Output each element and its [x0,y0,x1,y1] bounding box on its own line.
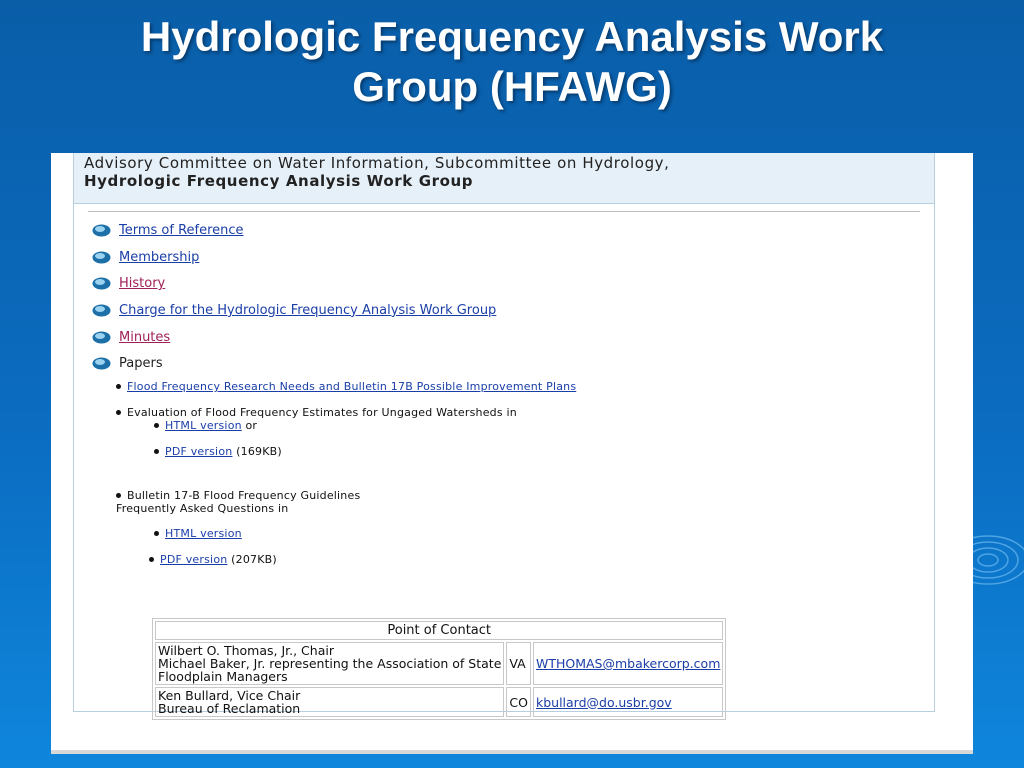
page-header: Advisory Committee on Water Information,… [74,153,934,204]
bulletin-html-link[interactable]: HTML version [165,527,242,540]
menu-item-minutes: Minutes [92,324,496,351]
table-row: Wilbert O. Thomas, Jr., Chair Michael Ba… [155,642,724,685]
bulletin-pdf-link[interactable]: PDF version [160,553,227,566]
pdf-size: (169KB) [236,445,282,458]
contact-name-line: Bureau of Reclamation [158,701,301,716]
webpage-screenshot: Advisory Committee on Water Information,… [51,153,973,754]
pdf-size: (207KB) [231,553,277,566]
membership-link[interactable]: Membership [119,250,199,265]
contact-state: VA [506,642,531,685]
contact-name: Wilbert O. Thomas, Jr., Chair Michael Ba… [155,642,505,685]
menu-item-membership: Membership [92,244,496,271]
globe-icon [92,251,111,264]
bullet-dot [154,448,159,454]
charge-link[interactable]: Charge for the Hydrologic Frequency Anal… [119,303,496,318]
ungaged-html-link[interactable]: HTML version [165,419,242,432]
menu-list: Terms of Reference Membership History Ch… [92,217,496,377]
paper-item-research-needs: Flood Frequency Research Needs and Bulle… [116,380,576,394]
ungaged-title: Evaluation of Flood Frequency Estimates … [127,406,517,419]
bullet-dot [116,383,121,389]
contact-email: WTHOMAS@mbakercorp.com [532,642,724,685]
bullet-dot [154,422,159,428]
menu-item-charge: Charge for the Hydrologic Frequency Anal… [92,297,496,324]
terms-of-reference-link[interactable]: Terms of Reference [119,223,244,238]
page-header-line-1: Advisory Committee on Water Information,… [84,154,670,172]
bullet-dot [154,530,159,536]
contact-email: kbullard@do.usbr.gov [532,687,724,717]
bullet-dot [116,492,121,498]
history-link[interactable]: History [119,276,165,291]
contact-name: Ken Bullard, Vice Chair Bureau of Reclam… [155,687,505,717]
paper-item-bulletin: Bulletin 17-B Flood Frequency Guidelines… [116,489,361,515]
email-link-thomas[interactable]: WTHOMAS@mbakercorp.com [536,656,720,671]
menu-item-terms: Terms of Reference [92,217,496,244]
contact-state: CO [506,687,531,717]
contact-heading: Point of Contact [155,621,724,640]
email-link-bullard[interactable]: kbullard@do.usbr.gov [536,695,672,710]
menu-item-papers: Papers [92,350,496,377]
paper-item-ungaged: Evaluation of Flood Frequency Estimates … [116,406,517,420]
bullet-dot [116,409,121,415]
content-panel: Advisory Committee on Water Information,… [73,153,935,720]
ungaged-pdf-link[interactable]: PDF version [165,445,232,458]
table-row: Ken Bullard, Vice Chair Bureau of Reclam… [155,687,724,717]
bulletin-title: Bulletin 17-B Flood Frequency Guidelines [127,489,361,502]
research-needs-link[interactable]: Flood Frequency Research Needs and Bulle… [127,380,576,393]
bullet-dot [149,556,154,562]
or-text: or [245,419,258,432]
globe-icon [92,224,111,237]
globe-icon [92,331,111,344]
globe-icon [92,304,111,317]
slide-title-line-1: Hydrologic Frequency Analysis Work [140,13,884,60]
ungaged-html-item: HTML version or [154,419,258,433]
globe-icon [92,357,111,370]
ungaged-pdf-item: PDF version (169KB) [154,445,282,459]
bulletin-pdf-item: PDF version (207KB) [149,553,277,567]
minutes-link[interactable]: Minutes [119,330,170,345]
contact-name-line: Floodplain Managers [158,669,288,684]
globe-icon [92,277,111,290]
menu-item-history: History [92,270,496,297]
bulletin-html-item: HTML version [154,527,242,541]
bulletin-subtitle: Frequently Asked Questions in [116,501,289,515]
papers-label: Papers [119,356,163,372]
page-header-line-2: Hydrologic Frequency Analysis Work Group [84,172,474,190]
divider [88,211,920,212]
contact-table: Point of Contact Wilbert O. Thomas, Jr.,… [152,618,727,720]
slide-title: Hydrologic Frequency Analysis Work Group… [0,12,1024,112]
slide-title-line-2: Group (HFAWG) [352,63,672,110]
